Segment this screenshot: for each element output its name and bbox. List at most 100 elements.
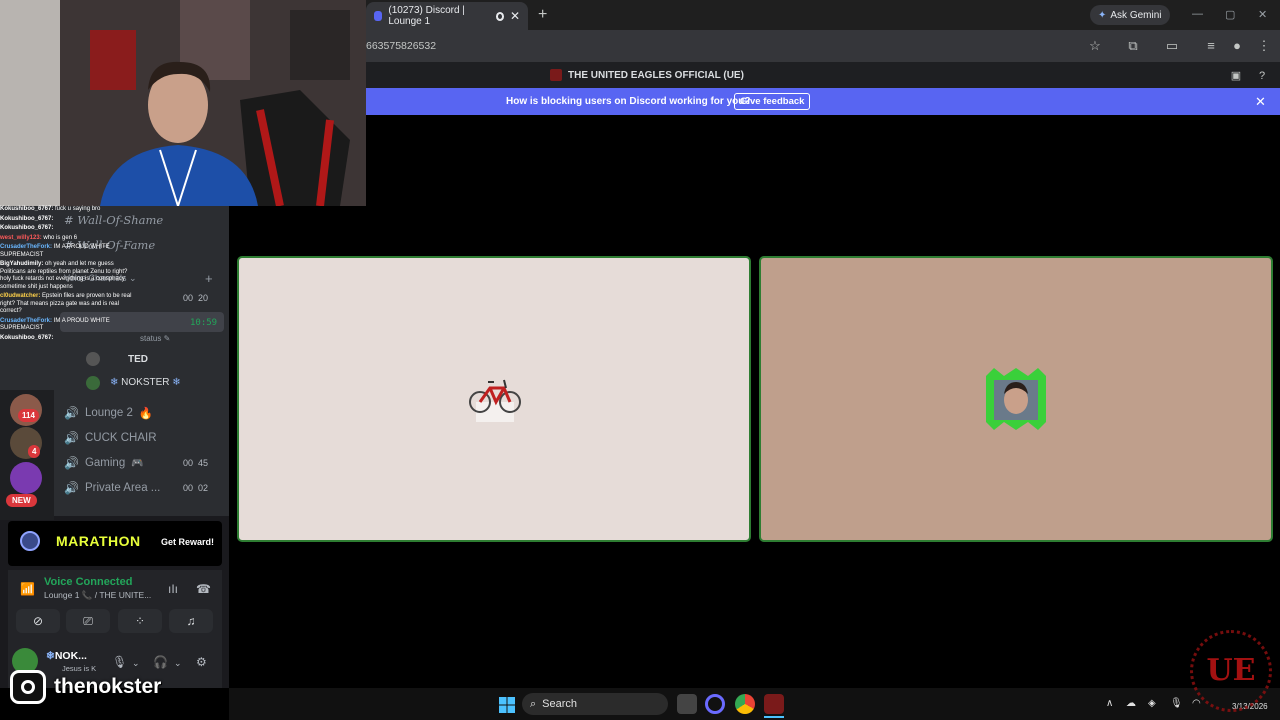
user-name[interactable]: ❄NOK... — [46, 650, 87, 662]
chat-username: Kokushiboo_6767: — [0, 334, 54, 341]
bookmark-star-icon[interactable]: ☆ — [1087, 38, 1103, 54]
snowflake-icon: ❄ — [172, 377, 181, 388]
webcam-overlay — [0, 0, 366, 206]
taskbar-search-box[interactable]: ⌕ Search — [522, 693, 668, 715]
feedback-close-icon[interactable]: ✕ — [1255, 94, 1266, 110]
count-b: 02 — [198, 483, 209, 493]
chat-username: cl0udwatcher: — [0, 293, 43, 299]
channel-lounge-2[interactable]: 🔊 Lounge 2 🔥 — [64, 406, 153, 420]
screen-share-icon: ⎚ — [83, 614, 93, 628]
fire-icon: 🔥 — [138, 408, 154, 420]
maximize-icon[interactable]: ▢ — [1225, 8, 1235, 21]
chat-message: Kokushiboo_6767: fuck u saying bro — [0, 206, 140, 214]
soundboard-button[interactable]: ♫ — [169, 609, 213, 633]
ask-gemini-button[interactable]: ✦ Ask Gemini — [1090, 5, 1170, 25]
give-feedback-button[interactable]: Give feedback — [734, 93, 811, 110]
get-reward-button[interactable]: Get Reward! — [161, 537, 214, 547]
chat-username: CrusaderTheFork: — [0, 317, 54, 324]
count-b: 20 — [198, 293, 209, 303]
channel-label: Lounge 2 — [84, 407, 133, 419]
media-controls-icon[interactable]: ≡ — [1203, 38, 1219, 54]
speaker-icon: 🔊 — [64, 431, 79, 445]
promo-title: MARATHON — [56, 533, 141, 549]
count-b: 45 — [198, 458, 209, 468]
chat-message: BigYahudimily: oh yeah and let me guess … — [0, 261, 140, 291]
chat-username: Kokushiboo_6767: — [0, 225, 54, 231]
channel-label: Private Area ... — [84, 482, 161, 494]
voice-connected-subtitle[interactable]: Lounge 1 📞 / THE UNITE... — [44, 590, 151, 601]
chat-message: Kokushiboo_6767: — [0, 216, 140, 224]
camera-off-button[interactable]: ⊘ — [16, 609, 60, 633]
notification-badge: 114 — [18, 409, 39, 422]
lounge-timer: 10:59 — [190, 318, 218, 328]
speaker-icon: 🔊 — [64, 481, 79, 495]
tray-expand-icon[interactable]: ∧ — [1106, 698, 1113, 709]
add-channel-icon[interactable]: + — [205, 271, 213, 286]
instagram-icon — [10, 670, 46, 704]
browser-menu-icon[interactable]: ⋮ — [1256, 38, 1272, 54]
chat-username: BigYahudimily: — [0, 261, 46, 267]
channel-private-area[interactable]: 🔊 Private Area ... — [64, 481, 160, 495]
channel-user-count: 00 02 — [183, 483, 208, 493]
gemini-sparkle-icon: ✦ — [1098, 9, 1107, 21]
inbox-icon[interactable]: ▣ — [1228, 68, 1244, 84]
minimize-icon[interactable]: — — [1192, 8, 1203, 20]
channel-label: CUCK CHAIR — [84, 432, 157, 444]
chat-text: who is gen 6 — [43, 234, 78, 241]
chat-username: Kokushiboo_6767: — [0, 206, 56, 212]
channel-label: Gaming — [84, 457, 126, 469]
server-title-text: THE UNITED EAGLES OFFICIAL (UE) — [568, 69, 744, 81]
tray-cloud-icon[interactable]: ☁ — [1126, 698, 1136, 709]
windows-start-icon[interactable] — [499, 697, 515, 713]
active-app-indicator — [764, 716, 784, 718]
recording-indicator-icon — [495, 11, 504, 21]
instagram-handle: thenokster — [54, 675, 162, 698]
channel-cuck-chair[interactable]: 🔊 CUCK CHAIR — [64, 431, 157, 445]
feedback-text: How is blocking users on Discord working… — [506, 96, 751, 107]
channel-gaming[interactable]: 🔊 Gaming 🎮 — [64, 456, 144, 470]
server-icon[interactable] — [10, 462, 42, 494]
channel-user-count: 00 45 — [183, 458, 208, 468]
activities-icon: ⁘ — [134, 614, 146, 628]
instagram-overlay: thenokster — [10, 668, 190, 706]
discord-app-icon[interactable] — [764, 694, 784, 714]
browser-tab-discord[interactable]: (10273) Discord | Lounge 1 ✕ — [366, 2, 528, 30]
new-tab-button[interactable]: + — [538, 6, 547, 24]
address-bar — [366, 30, 1280, 62]
ue-watermark-logo: UE — [1190, 630, 1272, 712]
signal-icon[interactable]: 📶 — [20, 582, 35, 596]
tab-close-icon[interactable]: ✕ — [510, 9, 520, 23]
chrome-icon[interactable] — [735, 694, 755, 714]
help-icon[interactable]: ? — [1254, 68, 1270, 84]
profile-avatar-icon[interactable]: ● — [1229, 38, 1245, 54]
activities-button[interactable]: ⁘ — [118, 609, 162, 633]
server-title: THE UNITED EAGLES OFFICIAL (UE) — [550, 69, 744, 81]
cast-icon[interactable]: ▭ — [1164, 38, 1180, 54]
tab-title: (10273) Discord | Lounge 1 — [388, 5, 465, 27]
tray-mic-icon[interactable]: 🎙 — [1170, 698, 1183, 709]
chat-username: Kokushiboo_6767: — [0, 215, 54, 222]
webcam-image — [0, 0, 366, 206]
server-icon — [550, 69, 562, 81]
deafen-headphones-icon[interactable]: 🎧 — [153, 655, 168, 669]
chat-message: CrusaderTheFork: IM A PROUD WHITE SUPREM… — [0, 244, 140, 259]
window-close-icon[interactable]: ✕ — [1258, 8, 1267, 21]
user-settings-gear-icon[interactable]: ⚙ — [196, 655, 207, 669]
task-view-icon[interactable] — [677, 694, 697, 714]
wifi-icon[interactable]: ◠ — [1192, 698, 1201, 709]
cortana-icon[interactable] — [705, 694, 725, 714]
user-name-text: NOK... — [54, 650, 87, 662]
noise-suppression-icon[interactable]: ıIı — [168, 582, 178, 596]
promo-logo-icon — [20, 531, 40, 551]
bicycle-avatar-icon — [469, 379, 521, 422]
tray-app-icon[interactable]: ◈ — [1148, 698, 1156, 709]
extensions-icon[interactable]: ⧉ — [1125, 38, 1141, 54]
screen-share-button[interactable]: ⎚ — [66, 609, 110, 633]
mute-microphone-icon[interactable]: 🎙 — [112, 655, 127, 669]
chat-message: CrusaderTheFork: IM A PROUD WHITE SUPREM… — [0, 318, 140, 333]
disconnect-icon[interactable]: ☎ — [196, 582, 211, 596]
chat-message: Kokushiboo_6767: — [0, 225, 140, 233]
chat-username: CrusaderTheFork: — [0, 244, 54, 250]
voice-connected-title[interactable]: Voice Connected — [44, 576, 132, 588]
url-text[interactable]: 663575826532 — [366, 40, 436, 52]
